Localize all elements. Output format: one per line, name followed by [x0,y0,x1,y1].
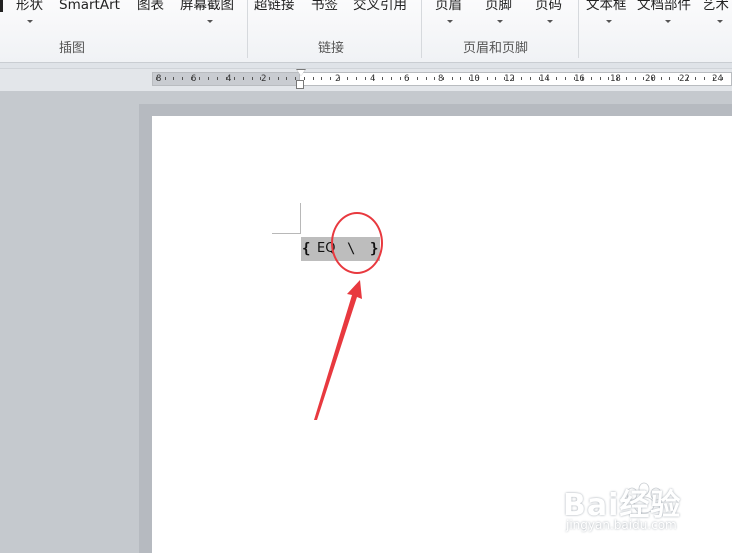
ruler-number: 14 [539,74,550,84]
ruler-number: 8 [156,74,162,84]
ruler-number: 8 [438,74,444,84]
ruler-tick [173,77,174,80]
annotation-arrow-icon [314,280,362,420]
ruler-tick [600,77,601,80]
wordart-dropdown-caret[interactable] [717,20,723,23]
margin-crop-mark [300,203,301,233]
ruler-tick [565,77,566,80]
ribbon: 形状 SmartArt 图表 屏幕截图 插图 超链接 书签 交叉引用 链接 页眉… [0,0,732,63]
ruler-tick [704,77,705,80]
ruler-number: 16 [574,74,585,84]
chart-button[interactable]: 图表 [137,0,164,13]
ruler-number: 6 [404,74,410,84]
header-button[interactable]: 页眉 [435,0,462,13]
ruler-tick [608,77,609,80]
cross-reference-button[interactable]: 交叉引用 [353,0,407,13]
text-box-button[interactable]: 文本框 [586,0,627,13]
ruler-number: 6 [191,74,197,84]
page-number-button[interactable]: 页码 [535,0,562,13]
footer-button[interactable]: 页脚 [485,0,512,13]
ruler-tick [208,77,209,80]
watermark-url: jingyan.baidu.com [566,518,677,532]
ruler-tick [460,77,461,80]
ruler-number: 4 [370,74,376,84]
ruler-tick [695,77,696,80]
annotation-circle [331,212,383,274]
ruler-tick [391,77,392,80]
ruler-tick [591,77,592,80]
ruler-tick [426,77,427,80]
ruler-tick [243,77,244,80]
ruler-number: 4 [226,74,232,84]
ruler-tick [635,77,636,80]
ruler-tick [400,77,401,80]
ruler-number: 12 [504,74,515,84]
ruler-tick [382,77,383,80]
field-open-brace: { [302,241,311,257]
smartart-button[interactable]: SmartArt [59,0,120,13]
ruler-number: 2 [335,74,341,84]
ruler-tick [199,77,200,80]
ruler-tick [434,77,435,80]
ruler-tick [252,77,253,80]
shapes-dropdown-caret[interactable] [27,20,33,23]
ruler-tick [521,77,522,80]
ruler-tick [321,77,322,80]
left-indent-marker[interactable] [296,80,304,89]
ruler-tick [356,77,357,80]
ruler-tick [661,77,662,80]
group-label-links: 链接 [318,41,345,56]
ruler-number: 10 [469,74,480,84]
ruler-tick [313,77,314,80]
ruler-tick [269,77,270,80]
ruler-tick [365,77,366,80]
ruler-tick [556,77,557,80]
screenshot-button[interactable]: 屏幕截图 [180,0,234,13]
ruler-number: 2 [261,74,267,84]
ruler-tick [452,77,453,80]
ruler-tick [487,77,488,80]
quick-parts-dropdown-caret[interactable] [665,20,671,23]
ruler-number: 20 [645,74,656,84]
ruler-tick [278,77,279,80]
ruler-number: 24 [712,74,723,84]
bookmark-button[interactable]: 书签 [311,0,338,13]
page-number-dropdown-caret[interactable] [547,20,553,23]
ruler-number: 22 [679,74,690,84]
group-separator [421,0,422,58]
margin-crop-mark [272,233,301,234]
ruler-tick [626,77,627,80]
group-separator [247,0,248,58]
ruler-tick [286,77,287,80]
ruler-tick [234,77,235,80]
text-box-dropdown-caret[interactable] [606,20,612,23]
ruler-tick [217,77,218,80]
ruler-number: 18 [610,74,621,84]
ruler-tick [669,77,670,80]
ruler-tick [165,77,166,80]
wordart-button[interactable]: 艺术 [702,0,729,13]
header-dropdown-caret[interactable] [447,20,453,23]
ruler-tick [347,77,348,80]
hyperlink-button[interactable]: 超链接 [254,0,295,13]
clipped-button-edge [0,0,3,12]
group-label-header-footer: 页眉和页脚 [463,41,529,56]
shapes-button[interactable]: 形状 [16,0,43,13]
ruler-tick [304,77,305,80]
ruler-tick [182,77,183,80]
group-separator [578,0,579,58]
ruler-tick [530,77,531,80]
ruler-tick [330,77,331,80]
footer-dropdown-caret[interactable] [497,20,503,23]
group-label-illustrations: 插图 [59,41,86,56]
first-line-indent-marker[interactable] [297,70,305,76]
ruler-tick [417,77,418,80]
quick-parts-button[interactable]: 文档部件 [637,0,691,13]
ruler-tick [643,77,644,80]
ruler-tick [495,77,496,80]
screenshot-dropdown-caret[interactable] [207,20,213,23]
